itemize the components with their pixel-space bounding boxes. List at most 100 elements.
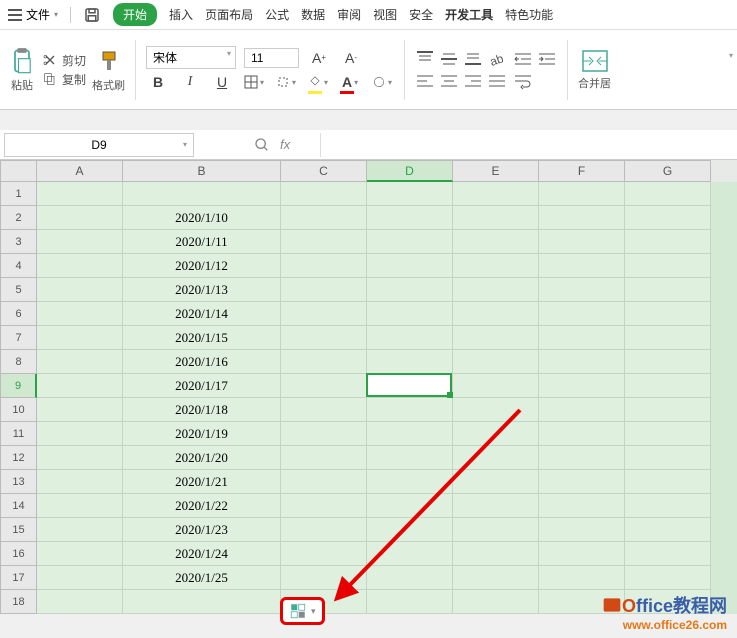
cell-D13[interactable] [367, 470, 453, 494]
cell-G11[interactable] [625, 422, 711, 446]
paste-options-popup[interactable]: ▾ [280, 597, 325, 625]
cell-E1[interactable] [453, 182, 539, 206]
name-box[interactable]: D9 ▾ [4, 133, 194, 157]
cell-E13[interactable] [453, 470, 539, 494]
cell-C3[interactable] [281, 230, 367, 254]
cell-A1[interactable] [37, 182, 123, 206]
fill-color-button[interactable] [306, 71, 330, 93]
cell-A17[interactable] [37, 566, 123, 590]
cell-B14[interactable]: 2020/1/22 [123, 494, 281, 518]
cell-A16[interactable] [37, 542, 123, 566]
cell-B9[interactable]: 2020/1/17 [123, 374, 281, 398]
tab-page-layout[interactable]: 页面布局 [205, 6, 253, 23]
cell-D3[interactable] [367, 230, 453, 254]
cell-G12[interactable] [625, 446, 711, 470]
cell-D10[interactable] [367, 398, 453, 422]
cell-A4[interactable] [37, 254, 123, 278]
grid-body[interactable]: 122020/1/1032020/1/1142020/1/1252020/1/1… [0, 182, 737, 614]
row-header-12[interactable]: 12 [0, 446, 37, 470]
cell-D15[interactable] [367, 518, 453, 542]
column-header-D[interactable]: D [367, 160, 453, 182]
cell-E8[interactable] [453, 350, 539, 374]
cell-G10[interactable] [625, 398, 711, 422]
cell-G5[interactable] [625, 278, 711, 302]
cell-A18[interactable] [37, 590, 123, 614]
cell-F10[interactable] [539, 398, 625, 422]
cell-A6[interactable] [37, 302, 123, 326]
tab-home[interactable]: 开始 [113, 3, 157, 26]
cell-D12[interactable] [367, 446, 453, 470]
increase-font-button[interactable]: A+ [307, 47, 331, 69]
cell-A14[interactable] [37, 494, 123, 518]
cell-B4[interactable]: 2020/1/12 [123, 254, 281, 278]
column-header-F[interactable]: F [539, 160, 625, 182]
cell-G6[interactable] [625, 302, 711, 326]
cell-A5[interactable] [37, 278, 123, 302]
cell-B12[interactable]: 2020/1/20 [123, 446, 281, 470]
cell-C10[interactable] [281, 398, 367, 422]
tab-insert[interactable]: 插入 [169, 6, 193, 23]
formula-input[interactable] [320, 133, 737, 157]
cell-C14[interactable] [281, 494, 367, 518]
border-button[interactable] [242, 71, 266, 93]
cell-C13[interactable] [281, 470, 367, 494]
cell-F15[interactable] [539, 518, 625, 542]
cell-E14[interactable] [453, 494, 539, 518]
cell-G1[interactable] [625, 182, 711, 206]
cell-A13[interactable] [37, 470, 123, 494]
cell-F4[interactable] [539, 254, 625, 278]
cell-G2[interactable] [625, 206, 711, 230]
row-header-8[interactable]: 8 [0, 350, 37, 374]
row-header-3[interactable]: 3 [0, 230, 37, 254]
style-button[interactable] [370, 71, 394, 93]
cell-G18[interactable] [625, 590, 711, 614]
cell-G15[interactable] [625, 518, 711, 542]
hamburger-menu[interactable]: 文件 ▾ [8, 6, 58, 23]
zoom-icon[interactable] [254, 137, 270, 153]
underline-button[interactable]: U [210, 71, 234, 93]
cell-B6[interactable]: 2020/1/14 [123, 302, 281, 326]
cell-B2[interactable]: 2020/1/10 [123, 206, 281, 230]
cell-C12[interactable] [281, 446, 367, 470]
cell-G4[interactable] [625, 254, 711, 278]
cell-C6[interactable] [281, 302, 367, 326]
column-header-B[interactable]: B [123, 160, 281, 182]
cell-D6[interactable] [367, 302, 453, 326]
cell-C7[interactable] [281, 326, 367, 350]
cell-E2[interactable] [453, 206, 539, 230]
cell-G3[interactable] [625, 230, 711, 254]
cell-B10[interactable]: 2020/1/18 [123, 398, 281, 422]
align-right-button[interactable] [463, 72, 483, 90]
copy-button[interactable]: 复制 [42, 71, 86, 88]
cell-B13[interactable]: 2020/1/21 [123, 470, 281, 494]
cell-D11[interactable] [367, 422, 453, 446]
cell-E18[interactable] [453, 590, 539, 614]
cell-F1[interactable] [539, 182, 625, 206]
fx-icon[interactable]: fx [280, 137, 290, 152]
cell-B18[interactable] [123, 590, 281, 614]
cell-D14[interactable] [367, 494, 453, 518]
row-header-18[interactable]: 18 [0, 590, 37, 614]
font-size-select[interactable]: 11▾ [244, 48, 299, 68]
row-header-6[interactable]: 6 [0, 302, 37, 326]
tab-formulas[interactable]: 公式 [265, 6, 289, 23]
align-left-button[interactable] [415, 72, 435, 90]
cell-F14[interactable] [539, 494, 625, 518]
wrap-text-button[interactable] [513, 72, 533, 90]
cell-C9[interactable] [281, 374, 367, 398]
cell-B5[interactable]: 2020/1/13 [123, 278, 281, 302]
paste-button[interactable]: 粘贴 [8, 47, 36, 93]
cell-B16[interactable]: 2020/1/24 [123, 542, 281, 566]
column-header-E[interactable]: E [453, 160, 539, 182]
tab-data[interactable]: 数据 [301, 6, 325, 23]
row-header-4[interactable]: 4 [0, 254, 37, 278]
cell-G14[interactable] [625, 494, 711, 518]
cell-A15[interactable] [37, 518, 123, 542]
cell-B3[interactable]: 2020/1/11 [123, 230, 281, 254]
row-header-16[interactable]: 16 [0, 542, 37, 566]
cell-D2[interactable] [367, 206, 453, 230]
cell-D1[interactable] [367, 182, 453, 206]
row-header-7[interactable]: 7 [0, 326, 37, 350]
tab-view[interactable]: 视图 [373, 6, 397, 23]
cell-C1[interactable] [281, 182, 367, 206]
